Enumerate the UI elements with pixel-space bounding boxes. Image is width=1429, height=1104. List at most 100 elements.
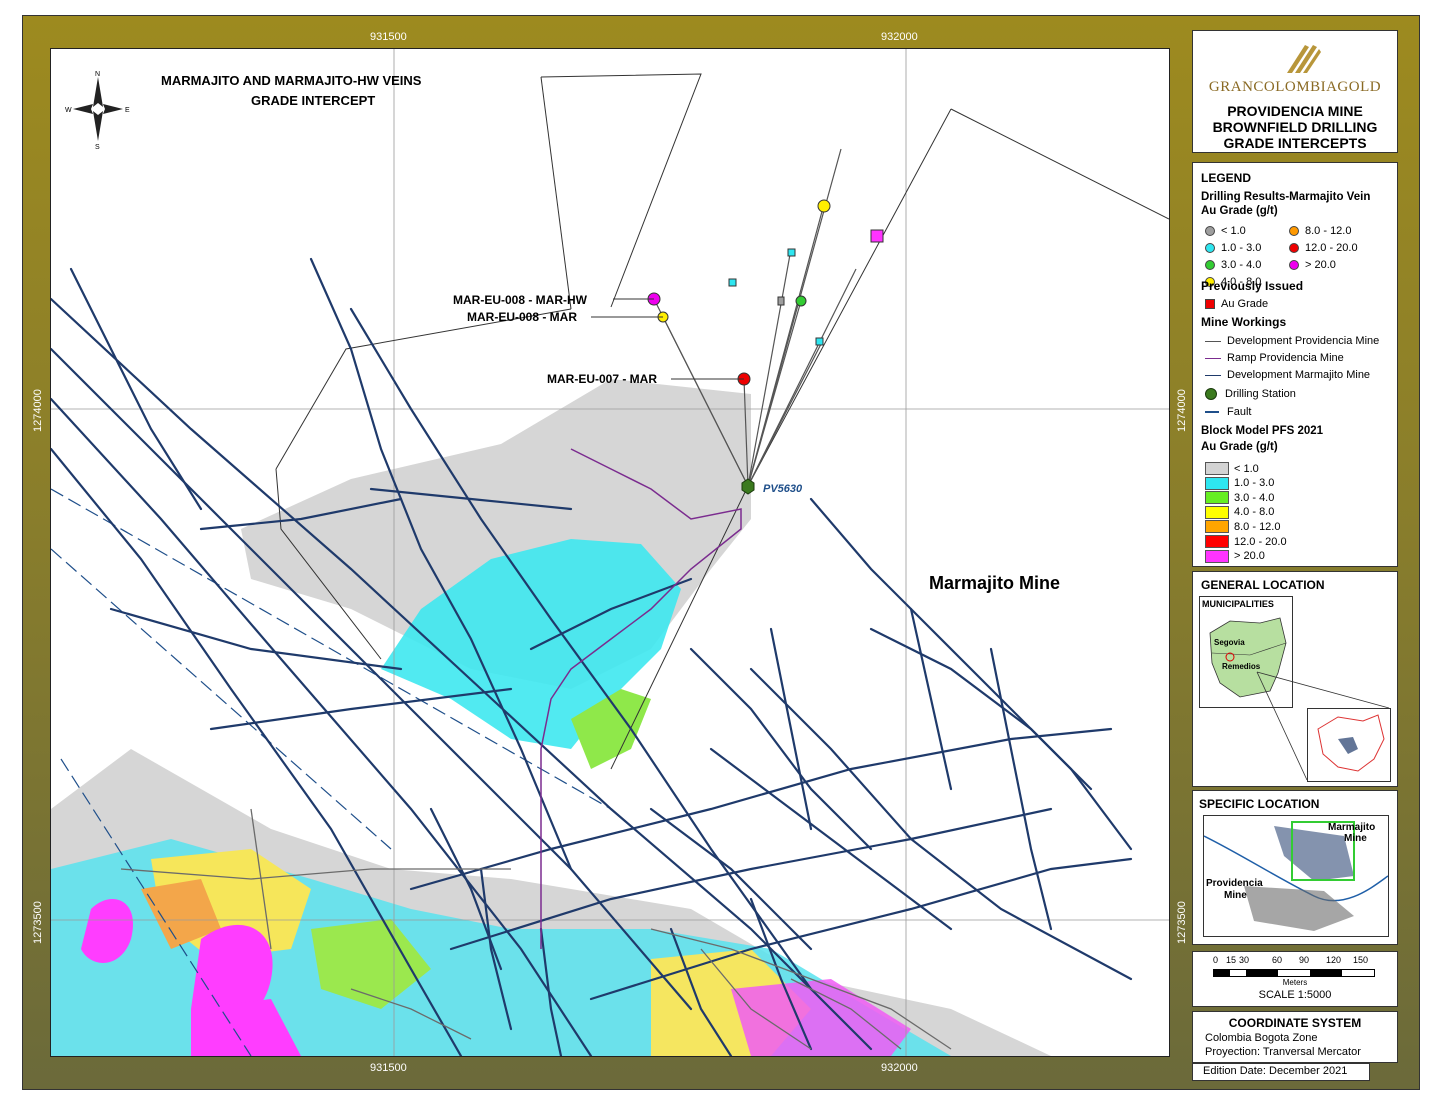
- map-title-line2: GRADE INTERCEPT: [251, 93, 376, 108]
- coordinate-system-title: COORDINATE SYSTEM: [1228, 1016, 1362, 1030]
- prev-square-icon: [1205, 299, 1215, 309]
- drilling-class-5: 12.0 - 20.0: [1289, 242, 1358, 254]
- fault-legend-label: Fault: [1227, 406, 1252, 418]
- block-class-3: 4.0 - 8.0: [1205, 505, 1275, 519]
- municipalities-map: Segovia Remedios: [1209, 617, 1287, 698]
- specific-location-inset[interactable]: Marmajito Mine Providencia Mine: [1203, 815, 1389, 937]
- drilling-title-2: Au Grade (g/t): [1201, 205, 1278, 217]
- block-title-2: Au Grade (g/t): [1201, 441, 1278, 453]
- working-item-1: Ramp Providencia Mine: [1205, 352, 1344, 364]
- prev-item: Au Grade: [1205, 298, 1268, 310]
- label-station-pv5630[interactable]: PV5630: [763, 483, 802, 495]
- block-class-swatch: [1205, 476, 1229, 490]
- scale-tick-label: 90: [1299, 955, 1310, 965]
- scale-unit: Meters: [1282, 978, 1308, 987]
- block-model-south-magenta-3: [731, 979, 911, 1056]
- drilling-class-label: > 20.0: [1305, 259, 1336, 271]
- west-label: W: [65, 107, 72, 114]
- drill-point-green: [795, 295, 807, 307]
- block-class-swatch: [1205, 505, 1229, 519]
- coord-bottom-1: 931500: [370, 1062, 407, 1074]
- block-class-label: 1.0 - 3.0: [1234, 477, 1275, 490]
- block-class-swatch: [1205, 549, 1229, 563]
- block-class-swatch: [1205, 491, 1229, 505]
- block-class-swatch: [1205, 535, 1229, 548]
- block-class-0: < 1.0: [1205, 462, 1259, 475]
- drilling-class-label: 3.0 - 4.0: [1221, 259, 1262, 271]
- block-class-6: > 20.0: [1205, 549, 1265, 563]
- coord-left-1: 1274000: [32, 389, 44, 432]
- working-label: Ramp Providencia Mine: [1227, 352, 1344, 364]
- prev-point-grey: [777, 296, 785, 306]
- general-location-panel: GENERAL LOCATION MUNICIPALITIES Segovia …: [1192, 571, 1398, 787]
- municipalities-title: MUNICIPALITIES: [1202, 599, 1274, 609]
- block-class-label: 8.0 - 12.0: [1234, 520, 1281, 533]
- label-mar-eu-007-mar[interactable]: MAR-EU-007 - MAR: [547, 372, 657, 386]
- drilling-class-label: 12.0 - 20.0: [1305, 242, 1358, 254]
- scale-tick-label: 30: [1239, 955, 1250, 965]
- drilling-class-dot-icon: [1289, 243, 1299, 253]
- legend-title: LEGEND: [1201, 171, 1252, 185]
- scale-bar: [1213, 969, 1375, 977]
- station-legend-label: Drilling Station: [1225, 388, 1296, 400]
- working-item-2: Development Marmajito Mine: [1205, 369, 1370, 381]
- drilling-class-dot-icon: [1205, 226, 1215, 236]
- scale-tick-label: 60: [1272, 955, 1283, 965]
- block-class-label: 3.0 - 4.0: [1234, 491, 1275, 504]
- general-zoom-inset[interactable]: [1307, 708, 1391, 782]
- block-class-label: 12.0 - 20.0: [1234, 535, 1287, 548]
- prev-title: Previously Issued: [1201, 279, 1304, 293]
- segovia-label: Segovia: [1214, 638, 1245, 647]
- map-canvas: [51, 49, 1169, 1056]
- section-outline-north-2: [540, 76, 572, 310]
- block-class-label: < 1.0: [1234, 462, 1259, 475]
- working-label: Development Marmajito Mine: [1227, 369, 1371, 381]
- north-label: N: [95, 71, 100, 78]
- specific-marmajito-label-2: Mine: [1344, 833, 1367, 844]
- main-map[interactable]: MARMAJITO AND MARMAJITO-HW VEINS GRADE I…: [50, 48, 1170, 1057]
- header-title-line1: PROVIDENCIA MINE: [1227, 103, 1363, 119]
- prev-point-cyan-2: [787, 248, 796, 257]
- coord-right-1: 1274000: [1176, 389, 1188, 432]
- remedios-label: Remedios: [1222, 662, 1261, 671]
- drilling-station-icon: [741, 478, 755, 495]
- prev-item-label: Au Grade: [1221, 298, 1269, 310]
- block-title-1: Block Model PFS 2021: [1201, 425, 1324, 437]
- working-label: Development Providencia Mine: [1227, 335, 1380, 347]
- drilling-class-4: 8.0 - 12.0: [1289, 225, 1351, 237]
- working-line-icon: [1205, 374, 1221, 376]
- drilling-title-1: Drilling Results-Marmajito Vein: [1201, 191, 1371, 203]
- municipalities-inset[interactable]: MUNICIPALITIES Segovia Remedios: [1199, 596, 1293, 708]
- block-class-4: 8.0 - 12.0: [1205, 520, 1281, 534]
- block-class-swatch: [1205, 462, 1229, 475]
- drilling-class-label: 8.0 - 12.0: [1305, 225, 1352, 237]
- drilling-class-dot-icon: [1205, 243, 1215, 253]
- coord-right-2: 1273500: [1176, 901, 1188, 944]
- fault-legend-icon: [1205, 411, 1219, 413]
- specific-location-map: Marmajito Mine Providencia Mine: [1204, 821, 1388, 931]
- header-panel: GRANCOLOMBIAGOLD PROVIDENCIA MINE BROWNF…: [1192, 30, 1398, 153]
- logo-icon: [1283, 41, 1323, 75]
- coord-top-2: 932000: [881, 31, 918, 43]
- general-location-title: GENERAL LOCATION: [1201, 578, 1325, 592]
- block-class-label: 4.0 - 8.0: [1234, 506, 1275, 519]
- drill-point-yellow-2: [817, 199, 831, 213]
- prev-point-cyan-1: [728, 278, 737, 287]
- header-title-line3: GRADE INTERCEPTS: [1223, 135, 1367, 151]
- zoom-inset-map: [1317, 714, 1385, 772]
- specific-providencia-label: Providencia: [1206, 878, 1263, 889]
- working-line-icon: [1205, 340, 1221, 342]
- coordinate-system-line1: Colombia Bogota Zone: [1205, 1032, 1318, 1044]
- scale-tick-label: 15: [1226, 955, 1237, 965]
- scale-label: SCALE 1:5000: [1258, 989, 1332, 1001]
- coordinate-system-line2: Proyection: Tranversal Mercator: [1205, 1046, 1361, 1058]
- label-mar-eu-008-hw[interactable]: MAR-EU-008 - MAR-HW: [453, 293, 587, 307]
- block-class-label: > 20.0: [1234, 550, 1265, 563]
- block-class-5: 12.0 - 20.0: [1205, 535, 1287, 548]
- block-class-swatch: [1205, 520, 1229, 534]
- logo-text: GRANCOLOMBIAGOLD: [1208, 79, 1382, 95]
- label-mar-eu-008-mar[interactable]: MAR-EU-008 - MAR: [467, 310, 577, 324]
- header-title-line2: BROWNFIELD DRILLING: [1212, 119, 1378, 135]
- drilling-class-0: < 1.0: [1205, 225, 1246, 237]
- map-title-line1: MARMAJITO AND MARMAJITO-HW VEINS: [161, 73, 422, 88]
